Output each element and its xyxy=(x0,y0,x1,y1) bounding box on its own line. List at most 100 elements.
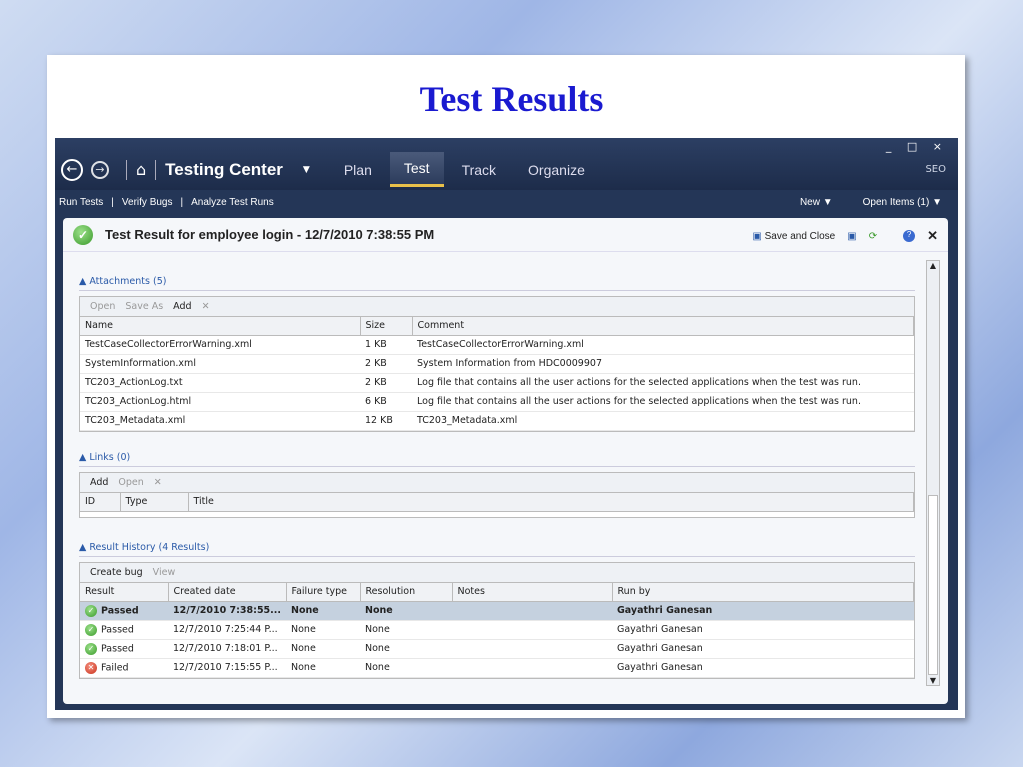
link-run-tests[interactable]: Run Tests xyxy=(59,197,103,208)
tab-test[interactable]: Test xyxy=(389,152,444,187)
result-history-cell: None xyxy=(286,601,360,621)
column-header-comment[interactable]: Comment xyxy=(412,317,914,336)
result-label: Passed xyxy=(101,624,134,635)
user-label[interactable]: SEO xyxy=(925,164,946,175)
attachment-cell: TC203_ActionLog.html xyxy=(80,392,360,412)
column-header-result[interactable]: Result xyxy=(80,583,169,602)
window-controls[interactable]: _ □ × xyxy=(886,140,948,153)
open-link-button[interactable]: Open xyxy=(118,477,143,488)
column-header-created-date[interactable]: Created date xyxy=(168,583,287,602)
app-name[interactable]: Testing Center xyxy=(165,160,283,180)
passed-icon: ✓ xyxy=(73,224,93,245)
passed-icon: ✓ xyxy=(85,623,97,636)
result-history-panel: Create bug View Result Created date Failur… xyxy=(79,562,915,679)
attachment-row[interactable]: TC203_ActionLog.html 6 KB Log file that co… xyxy=(80,392,914,412)
column-header-failure-type[interactable]: Failure type xyxy=(286,583,361,602)
result-label: Passed xyxy=(101,643,134,654)
result-history-cell: 12/7/2010 7:18:01 P... xyxy=(168,639,286,659)
passed-icon: ✓ xyxy=(85,604,97,617)
attachment-cell: TC203_Metadata.xml xyxy=(412,411,914,431)
result-label: Passed xyxy=(101,605,139,616)
result-history-cell xyxy=(452,601,612,621)
link-analyze-test-runs[interactable]: Analyze Test Runs xyxy=(191,197,274,208)
attachment-row[interactable]: TC203_ActionLog.txt 2 KB Log file that con… xyxy=(80,373,914,393)
attachment-cell: Log file that contains all the user acti… xyxy=(412,392,914,412)
result-history-cell: 12/7/2010 7:25:44 P... xyxy=(168,620,286,640)
tab-plan[interactable]: Plan xyxy=(330,154,386,186)
result-history-row[interactable]: ✓ Passed 12/7/2010 7:38:55... None None Gayat… xyxy=(80,601,914,621)
slide-title: Test Results xyxy=(419,79,604,119)
attachment-row[interactable]: TestCaseCollectorErrorWarning.xml 1 KB Tes… xyxy=(80,335,914,355)
scroll-up-icon[interactable]: ▲ xyxy=(927,261,939,270)
attachment-cell: SystemInformation.xml xyxy=(80,354,360,374)
scroll-down-icon[interactable]: ▼ xyxy=(927,676,939,685)
result-history-cell: Gayathri Ganesan xyxy=(612,620,914,640)
delete-icon[interactable]: ✕ xyxy=(202,301,210,312)
attachment-row[interactable]: SystemInformation.xml 2 KB System Informat… xyxy=(80,354,914,374)
attachment-cell: 6 KB xyxy=(360,392,412,412)
forward-icon[interactable]: → xyxy=(91,160,109,179)
help-icon[interactable]: ? xyxy=(903,230,916,242)
links-table: ID Type Title xyxy=(80,493,914,512)
column-header-type[interactable]: Type xyxy=(120,493,189,512)
column-header-id[interactable]: ID xyxy=(80,493,121,512)
tab-organize[interactable]: Organize xyxy=(514,154,599,186)
passed-icon: ✓ xyxy=(85,642,97,655)
vertical-scrollbar[interactable]: ▲ ▼ xyxy=(926,260,940,686)
result-history-cell: ✓ Passed xyxy=(80,620,168,640)
attachment-cell: Log file that contains all the user acti… xyxy=(412,373,914,393)
links-section-header[interactable]: ▲ Links (0) xyxy=(79,452,919,467)
home-icon[interactable]: ⌂ xyxy=(136,160,146,179)
result-history-cell: ✓ Passed xyxy=(80,639,168,659)
open-attachment-button[interactable]: Open xyxy=(90,301,115,312)
delete-icon[interactable]: ✕ xyxy=(154,477,162,488)
chevron-down-icon[interactable]: ▼ xyxy=(303,165,310,175)
sub-nav: Run Tests | Verify Bugs | Analyze Test Run… xyxy=(59,196,942,208)
add-link-button[interactable]: Add xyxy=(90,477,108,488)
column-header-title[interactable]: Title xyxy=(188,493,914,512)
test-result-document: ✓ Test Result for employee login - 12/7/… xyxy=(63,218,948,704)
column-header-resolution[interactable]: Resolution xyxy=(360,583,453,602)
result-history-cell: None xyxy=(360,639,452,659)
result-history-cell: ✕ Failed xyxy=(80,658,168,678)
link-verify-bugs[interactable]: Verify Bugs xyxy=(122,197,173,208)
result-history-cell: Gayathri Ganesan xyxy=(612,601,914,621)
open-items-menu[interactable]: Open Items (1) ▼ xyxy=(863,197,942,208)
column-header-run-by[interactable]: Run by xyxy=(612,583,914,602)
attachments-table: Name Size Comment TestCaseCollectorErrorWa… xyxy=(80,317,914,431)
result-history-cell xyxy=(452,639,612,659)
back-icon[interactable]: ← xyxy=(61,158,83,181)
save-icon[interactable]: ▣ xyxy=(847,231,856,242)
result-history-row[interactable]: ✕ Failed 12/7/2010 7:15:55 P... None None Gay… xyxy=(80,658,914,678)
column-header-notes[interactable]: Notes xyxy=(452,583,613,602)
attachment-cell: TestCaseCollectorErrorWarning.xml xyxy=(412,335,914,355)
close-icon[interactable]: ✕ xyxy=(927,228,938,244)
result-history-row[interactable]: ✓ Passed 12/7/2010 7:18:01 P... None None Gay… xyxy=(80,639,914,659)
result-history-cell: 12/7/2010 7:15:55 P... xyxy=(168,658,286,678)
scrollbar-thumb[interactable] xyxy=(928,495,938,675)
create-bug-button[interactable]: Create bug xyxy=(90,567,143,578)
result-history-table: Result Created date Failure type Resolution… xyxy=(80,583,914,678)
attachment-cell: 12 KB xyxy=(360,411,412,431)
tab-track[interactable]: Track xyxy=(448,154,510,186)
save-as-button[interactable]: Save As xyxy=(125,301,163,312)
attachment-cell: 1 KB xyxy=(360,335,412,355)
result-history-cell: None xyxy=(286,639,360,659)
view-button[interactable]: View xyxy=(153,567,176,578)
refresh-icon[interactable]: ⟳ xyxy=(869,231,877,242)
new-menu[interactable]: New ▼ xyxy=(800,197,833,208)
attachments-section-header[interactable]: ▲ Attachments (5) xyxy=(79,276,920,291)
save-and-close-button[interactable]: ▣ Save and Close xyxy=(752,231,835,242)
column-header-name[interactable]: Name xyxy=(80,317,361,336)
result-history-cell xyxy=(452,658,612,678)
attachment-row[interactable]: TC203_Metadata.xml 12 KB TC203_Metadata.xm… xyxy=(80,411,914,431)
attachment-cell: 2 KB xyxy=(360,354,412,374)
save-close-icon: ▣ xyxy=(752,230,762,242)
result-history-cell: ✓ Passed xyxy=(80,601,168,621)
result-history-row[interactable]: ✓ Passed 12/7/2010 7:25:44 P... None None Gay… xyxy=(80,620,914,640)
column-header-size[interactable]: Size xyxy=(360,317,413,336)
add-attachment-button[interactable]: Add xyxy=(173,301,191,312)
result-history-cell xyxy=(452,620,612,640)
result-history-section-header[interactable]: ▲ Result History (4 Results) xyxy=(79,542,918,557)
result-history-cell: None xyxy=(360,601,452,621)
